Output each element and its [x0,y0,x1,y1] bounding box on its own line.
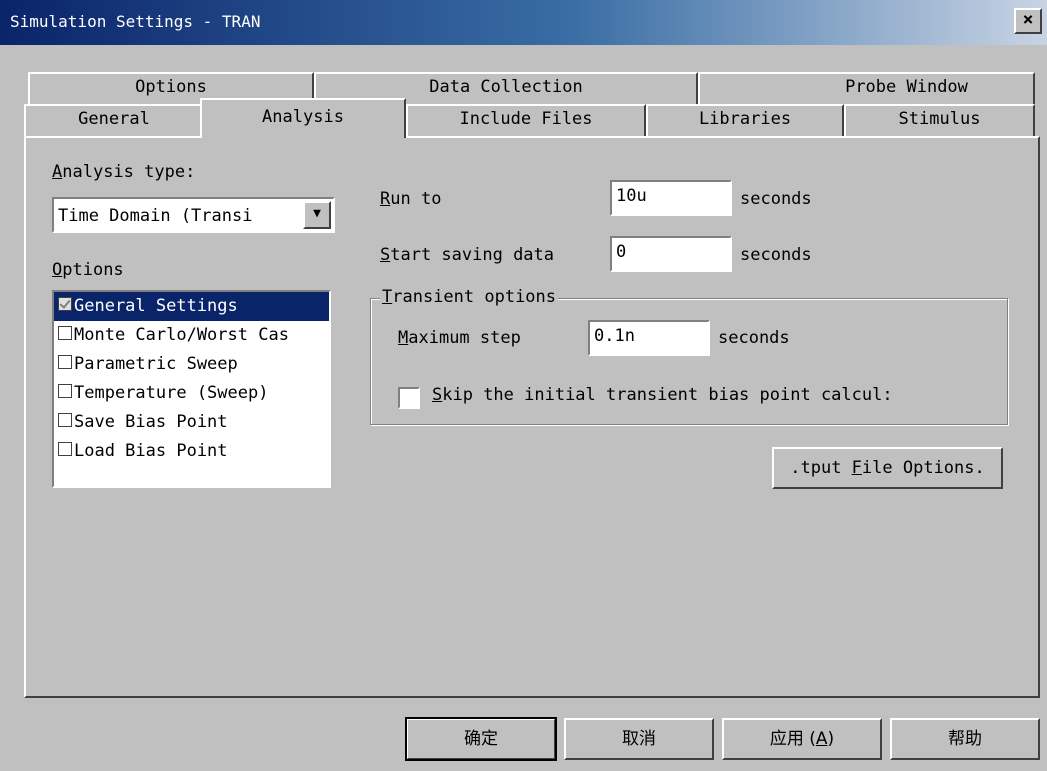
tab-label: General [78,109,150,129]
start-saving-input[interactable]: 0 [610,236,732,272]
skip-bias-label: Skip the initial transient bias point ca… [432,385,893,405]
option-label: Monte Carlo/Worst Cas [74,325,289,345]
output-file-options-button[interactable]: .tput File Options. [772,447,1003,489]
option-label: Temperature (Sweep) [74,383,269,403]
option-label: General Settings [74,296,238,316]
transient-options-group [370,298,1008,425]
option-parametric-sweep[interactable]: Parametric Sweep [54,350,329,379]
run-to-unit: seconds [740,189,812,209]
chevron-down-icon: ▼ [313,206,321,221]
tab-include-files[interactable]: Include Files [406,104,646,138]
tab-label: Data Collection [429,77,583,97]
option-label: Load Bias Point [74,441,228,461]
analysis-type-value: Time Domain (Transi [58,206,253,226]
checkbox-icon[interactable] [58,442,72,456]
tab-analysis[interactable]: Analysis [200,98,406,138]
analysis-type-select[interactable]: Time Domain (Transi ▼ [52,197,335,233]
window-title: Simulation Settings - TRAN [10,12,261,31]
tab-label: Probe Window [845,77,968,97]
tab-label: Options [135,77,207,97]
tab-label: Analysis [262,107,344,127]
ok-button[interactable]: 确定 [405,717,557,761]
run-to-label: Run to [380,189,442,209]
tab-stimulus[interactable]: Stimulus [844,104,1035,138]
option-general-settings[interactable]: General Settings [54,292,329,321]
tab-libraries[interactable]: Libraries [646,104,844,138]
close-icon: × [1022,9,1034,30]
checkbox-icon[interactable] [58,384,72,398]
option-label: Save Bias Point [74,412,228,432]
option-load-bias-point[interactable]: Load Bias Point [54,437,329,466]
tab-general[interactable]: General [24,104,204,138]
cancel-button[interactable]: 取消 [564,718,714,760]
checkbox-icon[interactable] [58,355,72,369]
max-step-unit: seconds [718,328,790,348]
tab-label: Include Files [459,109,593,129]
max-step-input[interactable]: 0.1n [588,320,710,356]
checkbox-icon[interactable] [58,326,72,340]
transient-options-legend: Transient options [380,287,559,307]
skip-bias-checkbox[interactable] [398,387,420,409]
checkbox-icon[interactable] [58,413,72,427]
options-list[interactable]: General Settings Monte Carlo/Worst Cas P… [52,290,331,488]
apply-button[interactable]: 应用 (A) [722,718,882,760]
tab-label: Libraries [698,109,792,129]
option-temperature-sweep[interactable]: Temperature (Sweep) [54,379,329,408]
tab-label: Stimulus [898,109,981,129]
option-monte-carlo[interactable]: Monte Carlo/Worst Cas [54,321,329,350]
help-button[interactable]: 帮助 [890,718,1040,760]
tab-probe-window[interactable]: Probe Window [698,72,1035,106]
max-step-label: Maximum step [398,328,521,348]
active-tab-joint [202,134,404,140]
analysis-type-label: Analysis type: [52,162,196,182]
start-saving-unit: seconds [740,245,812,265]
options-label: Options [52,260,124,280]
checkbox-icon[interactable] [58,297,72,311]
option-label: Parametric Sweep [74,354,238,374]
option-save-bias-point[interactable]: Save Bias Point [54,408,329,437]
start-saving-label: Start saving data [380,245,555,265]
run-to-input[interactable]: 10u [610,180,732,216]
close-button[interactable]: × [1014,8,1042,34]
dropdown-button[interactable]: ▼ [303,201,331,229]
